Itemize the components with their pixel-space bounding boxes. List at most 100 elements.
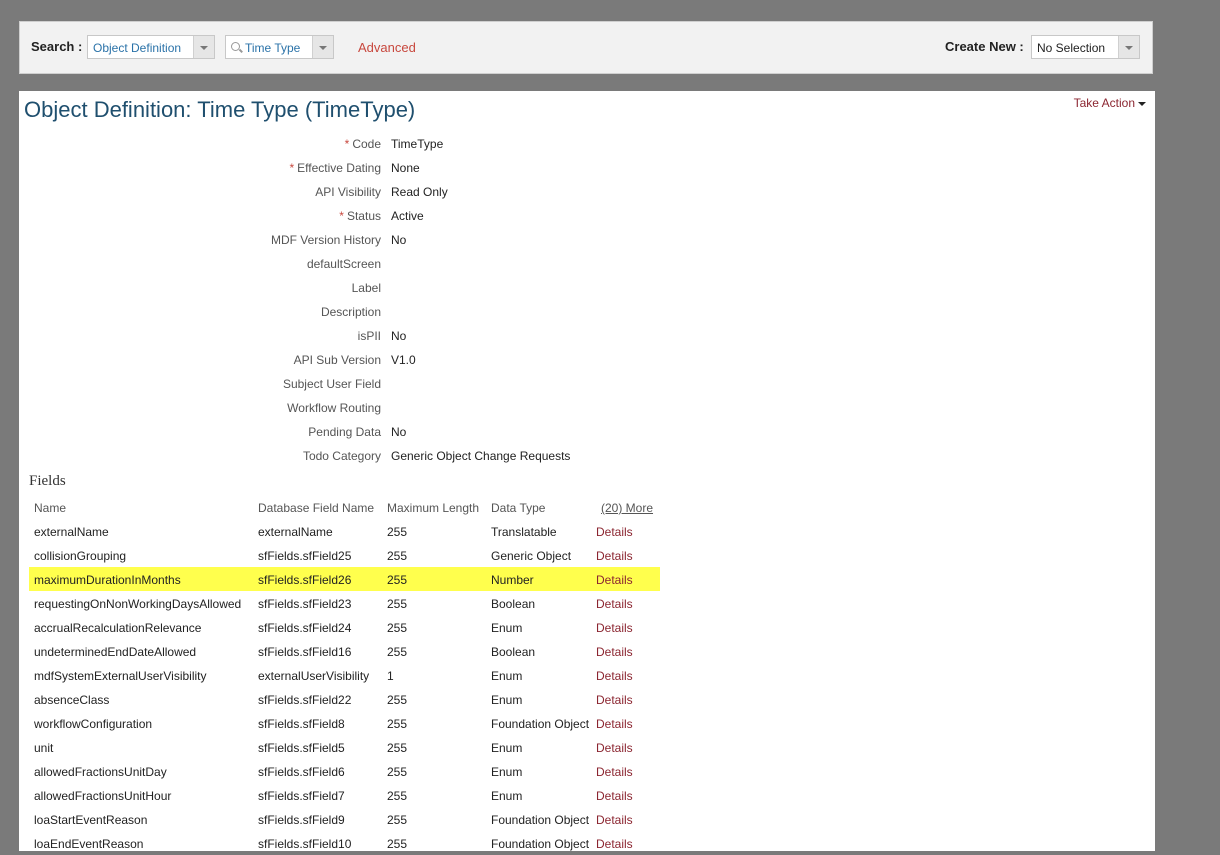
details-link[interactable]: Details [596, 597, 633, 611]
property-label: Description [321, 305, 381, 319]
data-type-cell: Foundation Object [491, 717, 590, 731]
property-label-text: Description [320, 305, 381, 319]
max-length-cell: 255 [387, 573, 408, 587]
table-row: loaEndEventReason sfFields.sfField10 255 Fo… [29, 831, 660, 855]
max-length-cell: 255 [387, 597, 408, 611]
property-label: isPII [358, 329, 381, 343]
advanced-search-link[interactable]: Advanced [358, 40, 416, 55]
property-label-text: Pending Data [308, 425, 381, 439]
details-link[interactable]: Details [596, 741, 633, 755]
table-row: accrualRecalculationRelevance sfFields.sf… [29, 615, 660, 639]
details-link[interactable]: Details [596, 549, 633, 563]
create-new-value: No Selection [1037, 41, 1106, 55]
db-field-name-cell: sfFields.sfField9 [258, 813, 345, 827]
db-field-name-cell: sfFields.sfField5 [258, 741, 345, 755]
max-length-cell: 255 [387, 837, 408, 851]
table-row: undeterminedEndDateAllowed sfFields.sfFie… [29, 639, 660, 663]
property-label-text: API Sub Version [293, 353, 381, 367]
property-row: isPII No [19, 329, 719, 353]
chevron-down-icon [200, 46, 208, 50]
details-link[interactable]: Details [596, 813, 633, 827]
search-bar: Search : Object Definition Time Type Adv… [19, 21, 1153, 74]
table-row: absenceClass sfFields.sfField22 255 Enum Det… [29, 687, 660, 711]
data-type-cell: Enum [491, 765, 523, 779]
property-label: Subject User Field [283, 377, 381, 391]
data-type-cell: Enum [491, 693, 523, 707]
field-name-cell: maximumDurationInMonths [34, 573, 181, 587]
db-field-name-cell: externalName [258, 525, 333, 539]
property-row: Label [19, 281, 719, 305]
field-name-cell: loaEndEventReason [34, 837, 144, 851]
search-object-dropdown-button[interactable] [312, 36, 333, 58]
data-type-cell: Enum [491, 789, 523, 803]
property-label-text: Todo Category [302, 449, 381, 463]
details-link[interactable]: Details [596, 837, 633, 851]
create-new-dropdown-button[interactable] [1118, 36, 1139, 58]
property-label: Label [352, 281, 381, 295]
property-row: * Code TimeType [19, 137, 719, 161]
field-name-cell: requestingOnNonWorkingDaysAllowed [34, 597, 242, 611]
take-action-menu[interactable]: Take Action [1074, 96, 1146, 110]
property-label: * Status [339, 209, 381, 223]
details-link[interactable]: Details [596, 717, 633, 731]
details-link[interactable]: Details [596, 525, 633, 539]
field-name-cell: collisionGrouping [34, 549, 127, 563]
data-type-cell: Translatable [491, 525, 557, 539]
property-row: Todo Category Generic Object Change Reque… [19, 449, 719, 473]
property-label: * Code [345, 137, 381, 151]
details-link[interactable]: Details [596, 645, 633, 659]
page-title: Object Definition: Time Type (TimeType) [24, 97, 416, 122]
property-label-text: Effective Dating [297, 161, 381, 175]
search-type-dropdown-button[interactable] [193, 36, 214, 58]
property-row: Description [19, 305, 719, 329]
data-type-cell: Boolean [491, 597, 536, 611]
property-label-text: Code [352, 137, 381, 151]
table-row: mdfSystemExternalUserVisibility externalU… [29, 663, 660, 687]
db-field-name-cell: sfFields.sfField23 [258, 597, 352, 611]
property-value: No [391, 425, 407, 439]
property-value: Active [391, 209, 424, 223]
create-new-select[interactable]: No Selection [1031, 35, 1140, 59]
db-field-name-cell: sfFields.sfField24 [258, 621, 352, 635]
table-row: externalName externalName 255 Translatable D… [29, 519, 660, 543]
field-name-cell: allowedFractionsUnitDay [34, 765, 167, 779]
column-header-db-field: Database Field Name [258, 501, 375, 515]
field-name-cell: allowedFractionsUnitHour [34, 789, 172, 803]
details-link[interactable]: Details [596, 765, 633, 779]
db-field-name-cell: sfFields.sfField25 [258, 549, 352, 563]
column-header-max-length: Maximum Length [387, 501, 480, 515]
chevron-down-icon [319, 46, 327, 50]
details-link[interactable]: Details [596, 621, 633, 635]
data-type-cell: Generic Object [491, 549, 572, 563]
table-row: requestingOnNonWorkingDaysAllowed sfField… [29, 591, 660, 615]
more-columns-link[interactable]: (20) More [601, 501, 653, 515]
property-row: API Sub Version V1.0 [19, 353, 719, 377]
max-length-cell: 255 [387, 813, 408, 827]
property-row: * Effective Dating None [19, 161, 719, 185]
property-label: Todo Category [303, 449, 381, 463]
max-length-cell: 255 [387, 621, 408, 635]
details-link[interactable]: Details [596, 669, 633, 683]
db-field-name-cell: sfFields.sfField10 [258, 837, 352, 851]
property-label: API Sub Version [294, 353, 381, 367]
fields-section-title: Fields [29, 473, 66, 489]
max-length-cell: 255 [387, 789, 408, 803]
property-value: No [391, 329, 407, 343]
search-type-select[interactable]: Object Definition [87, 35, 215, 59]
search-object-input[interactable]: Time Type [225, 35, 334, 59]
property-row: Subject User Field [19, 377, 719, 401]
property-row: * Status Active [19, 209, 719, 233]
caret-down-icon [1138, 101, 1146, 106]
property-value: TimeType [391, 137, 444, 151]
property-label-text: Workflow Routing [287, 401, 381, 415]
field-name-cell: mdfSystemExternalUserVisibility [34, 669, 207, 683]
details-link[interactable]: Details [596, 693, 633, 707]
property-value: No [391, 233, 407, 247]
details-link[interactable]: Details [596, 789, 633, 803]
table-row: allowedFractionsUnitHour sfFields.sfField… [29, 783, 660, 807]
max-length-cell: 255 [387, 525, 408, 539]
chevron-down-icon [1125, 46, 1133, 50]
max-length-cell: 255 [387, 717, 408, 731]
details-link[interactable]: Details [596, 573, 633, 587]
property-label-text: defaultScreen [306, 257, 381, 271]
